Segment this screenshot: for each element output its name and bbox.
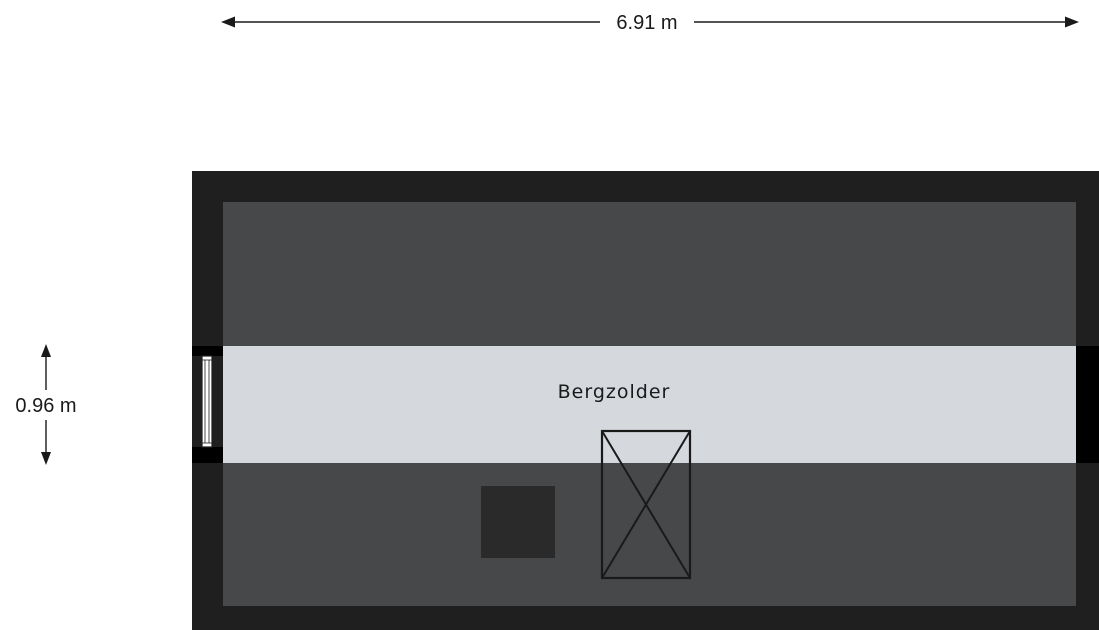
width-arrowhead-left bbox=[221, 16, 235, 28]
headroom-zone bbox=[223, 346, 1076, 463]
room-label: Bergzolder bbox=[558, 381, 671, 403]
room-bergzolder: Bergzolder bbox=[192, 171, 1099, 630]
height-dimension: 0.96 m bbox=[15, 344, 77, 465]
right-wall-segment bbox=[1076, 346, 1099, 463]
width-dimension: 6.91 m bbox=[221, 12, 1079, 34]
chimney-block bbox=[481, 486, 555, 558]
height-label: 0.96 m bbox=[15, 395, 76, 417]
width-label: 6.91 m bbox=[616, 12, 677, 34]
height-arrowhead-top bbox=[41, 344, 51, 357]
width-arrowhead-right bbox=[1065, 16, 1079, 28]
height-arrowhead-bottom bbox=[41, 452, 51, 465]
floor-plan: 6.91 m 0.96 m Bergzolder bbox=[15, 12, 1099, 630]
